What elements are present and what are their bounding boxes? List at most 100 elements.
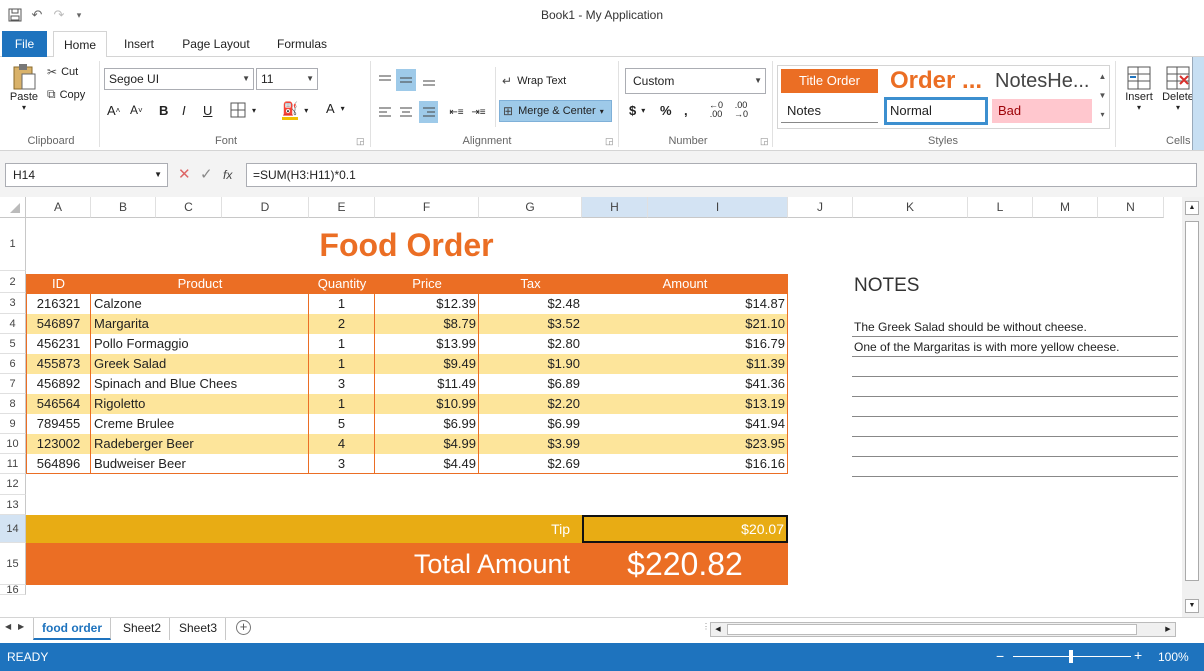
table-cell[interactable]: 1 — [309, 334, 375, 354]
row-header[interactable]: 1 — [0, 218, 26, 271]
column-header[interactable]: F — [375, 197, 479, 218]
sheet-tab-sheet3[interactable]: Sheet3 — [171, 618, 227, 640]
scroll-down-icon[interactable]: ▼ — [1185, 599, 1199, 613]
style-order[interactable]: Order ... — [884, 67, 988, 95]
decrease-indent-button[interactable]: ⇤≡ — [447, 101, 466, 123]
number-format-combo[interactable]: Custom ▼ — [625, 68, 766, 94]
row-header[interactable]: 8 — [0, 394, 26, 414]
table-cell[interactable]: $13.99 — [375, 334, 479, 354]
fill-color-button[interactable]: ⛽ ▾ — [282, 101, 308, 120]
total-value[interactable]: $220.82 — [582, 543, 788, 585]
column-header[interactable]: B — [91, 197, 156, 218]
note-line[interactable] — [852, 377, 1178, 397]
table-cell[interactable]: Margarita — [91, 314, 309, 334]
row-header[interactable]: 4 — [0, 314, 26, 334]
align-center-button[interactable] — [396, 101, 416, 123]
cut-button[interactable]: ✂ Cut — [47, 65, 78, 79]
table-cell[interactable]: Rigoletto — [91, 394, 309, 414]
underline-button[interactable]: U — [203, 103, 212, 118]
table-cell[interactable]: $23.95 — [582, 434, 788, 454]
table-cell[interactable]: 1 — [309, 294, 375, 314]
table-cell[interactable]: $4.49 — [375, 454, 479, 474]
column-header[interactable]: L — [968, 197, 1033, 218]
table-cell[interactable]: 1 — [309, 354, 375, 374]
table-cell[interactable]: 1 — [309, 394, 375, 414]
dialog-launcher-icon[interactable]: ◲ — [760, 136, 769, 147]
table-cell[interactable]: 456231 — [26, 334, 91, 354]
note-line[interactable]: The Greek Salad should be without cheese… — [852, 317, 1178, 337]
add-sheet-icon[interactable]: + — [236, 620, 251, 635]
row-header[interactable]: 11 — [0, 454, 26, 474]
tab-home[interactable]: Home — [53, 31, 107, 58]
style-title-order[interactable]: Title Order — [781, 69, 878, 93]
enter-icon[interactable]: ✓ — [200, 165, 213, 183]
table-cell[interactable]: Creme Brulee — [91, 414, 309, 434]
row-header[interactable]: 13 — [0, 495, 26, 515]
spreadsheet-grid[interactable]: ABCDEFGHIJKLMN 1 2 3 4 5 6 7 8 9 10 11 12 13 14 15 16 F… — [0, 197, 1182, 617]
table-cell[interactable]: $4.99 — [375, 434, 479, 454]
table-cell[interactable]: Budweiser Beer — [91, 454, 309, 474]
table-cell[interactable]: $3.99 — [479, 434, 582, 454]
zoom-out-icon[interactable]: − — [996, 648, 1004, 664]
prev-sheet-icon[interactable]: ◀ — [5, 622, 11, 631]
table-cell[interactable]: $21.10 — [582, 314, 788, 334]
align-right-button[interactable] — [419, 101, 438, 123]
note-line[interactable] — [852, 417, 1178, 437]
table-cell[interactable]: 2 — [309, 314, 375, 334]
row-header[interactable]: 16 — [0, 585, 26, 596]
table-cell[interactable]: 4 — [309, 434, 375, 454]
table-cell[interactable]: $11.39 — [582, 354, 788, 374]
tip-label[interactable]: Tip — [26, 515, 582, 543]
row-header[interactable]: 10 — [0, 434, 26, 454]
vertical-scroll-thumb[interactable] — [1185, 221, 1199, 581]
merge-center-button[interactable]: ⊞ Merge & Center ▾ — [499, 100, 612, 122]
insert-cells-button[interactable]: Insert ▾ — [1122, 65, 1156, 112]
wrap-text-button[interactable]: ↵ Wrap Text — [502, 71, 566, 91]
increase-indent-button[interactable]: ⇥≡ — [469, 101, 488, 123]
decrease-decimal-button[interactable]: .00 →0 — [734, 101, 748, 119]
table-cell[interactable]: Radeberger Beer — [91, 434, 309, 454]
currency-button[interactable]: $ ▾ — [629, 103, 645, 118]
bold-button[interactable]: B — [159, 103, 168, 118]
tab-formulas[interactable]: Formulas — [266, 31, 338, 57]
tab-insert[interactable]: Insert — [113, 31, 165, 57]
cancel-icon[interactable]: ✕ — [178, 165, 191, 183]
table-header-cell[interactable]: Amount — [582, 274, 788, 294]
table-cell[interactable]: 216321 — [26, 294, 91, 314]
table-cell[interactable]: $9.49 — [375, 354, 479, 374]
align-left-button[interactable] — [375, 101, 394, 123]
column-header[interactable]: H — [582, 197, 648, 218]
column-header[interactable]: E — [309, 197, 375, 218]
percent-button[interactable]: % — [660, 103, 672, 118]
paste-button[interactable]: Paste ▾ — [8, 63, 40, 123]
table-cell[interactable]: $3.52 — [479, 314, 582, 334]
table-cell[interactable]: Spinach and Blue Chees — [91, 374, 309, 394]
table-cell[interactable]: $2.48 — [479, 294, 582, 314]
style-notes[interactable]: Notes — [781, 99, 878, 123]
table-cell[interactable]: 546564 — [26, 394, 91, 414]
align-middle-button[interactable] — [396, 69, 416, 91]
tip-value-cell[interactable]: $20.07 — [582, 515, 788, 543]
note-line[interactable] — [852, 457, 1178, 477]
table-cell[interactable]: $2.80 — [479, 334, 582, 354]
table-header-cell[interactable]: ID — [26, 274, 91, 294]
table-cell[interactable]: $11.49 — [375, 374, 479, 394]
column-header[interactable]: A — [26, 197, 91, 218]
note-line[interactable] — [852, 397, 1178, 417]
table-cell[interactable]: 3 — [309, 454, 375, 474]
table-cell[interactable]: 3 — [309, 374, 375, 394]
style-notes-header[interactable]: NotesHe... — [992, 67, 1092, 95]
table-cell[interactable]: $6.99 — [375, 414, 479, 434]
row-header[interactable]: 6 — [0, 354, 26, 374]
table-cell[interactable]: Pollo Formaggio — [91, 334, 309, 354]
tab-file[interactable]: File — [2, 31, 47, 57]
shrink-font-button[interactable]: A ˅ — [130, 103, 143, 117]
align-top-button[interactable] — [375, 69, 394, 91]
font-size-combo[interactable]: 11 ▼ — [256, 68, 318, 90]
table-cell[interactable]: $14.87 — [582, 294, 788, 314]
row-header[interactable]: 5 — [0, 334, 26, 354]
table-cell[interactable]: 546897 — [26, 314, 91, 334]
dialog-launcher-icon[interactable]: ◲ — [605, 136, 614, 147]
zoom-slider-thumb[interactable] — [1069, 650, 1073, 663]
total-label[interactable]: Total Amount — [26, 543, 582, 585]
